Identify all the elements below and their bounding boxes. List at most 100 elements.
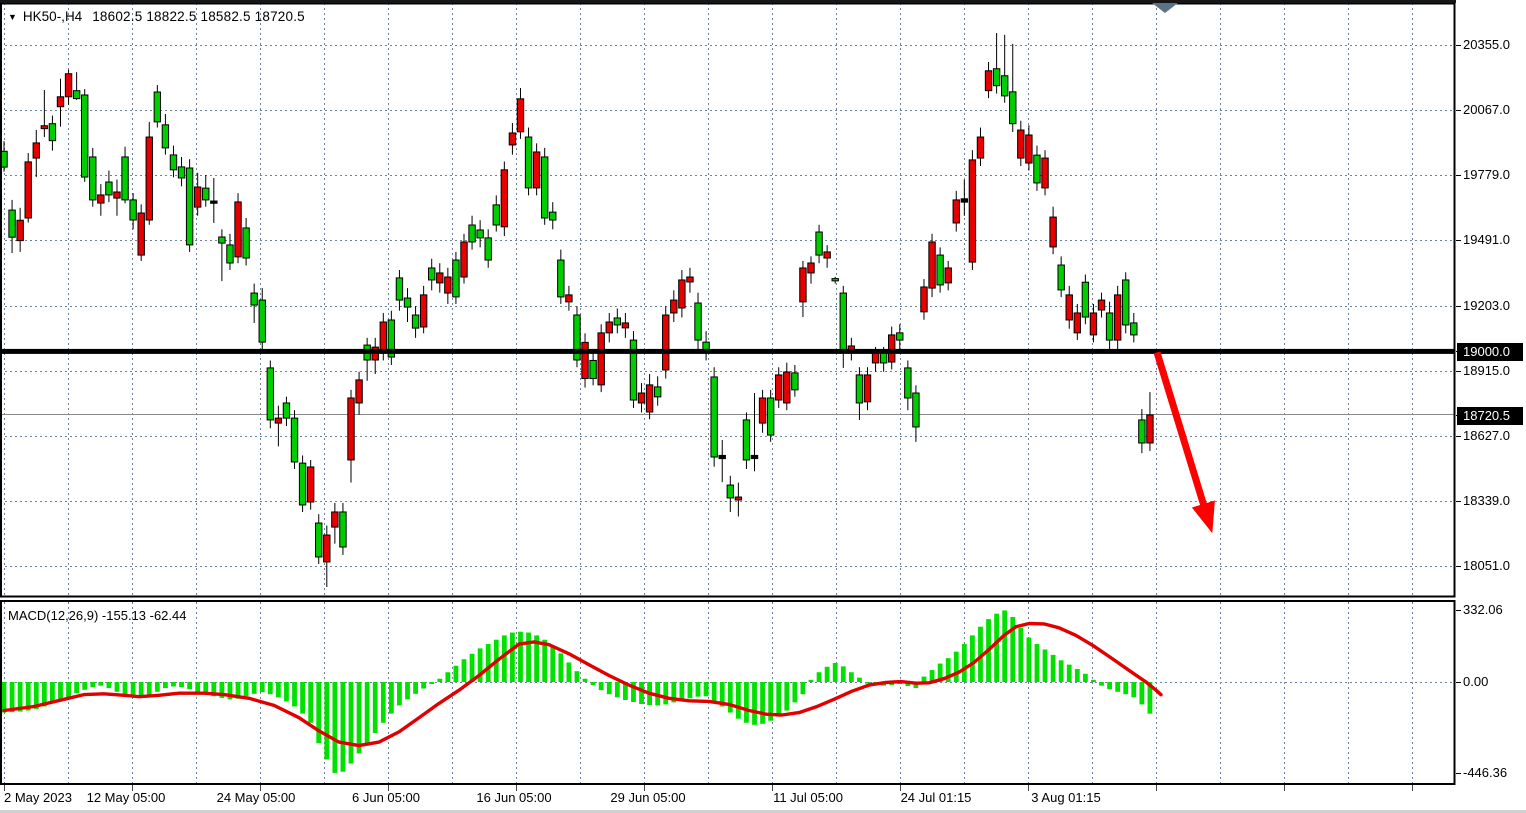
axis-tick [1456,175,1461,176]
candle [1050,217,1056,247]
price-axis-label: 18915.0 [1463,363,1510,378]
macd-histogram-bar [776,682,781,717]
candle [993,69,999,86]
time-axis-label: 3 Aug 01:15 [1031,790,1100,805]
price-axis-label: 19203.0 [1463,298,1510,313]
macd-histogram-bar [696,682,701,697]
macd-histogram-bar [381,682,386,723]
macd-histogram-bar [2,682,7,713]
candle [154,92,160,122]
candle [82,95,88,177]
macd-histogram-bar [421,682,426,689]
price-chart-canvas[interactable] [0,3,1456,600]
candle [558,260,564,297]
candle [243,228,249,258]
candle [1034,155,1040,183]
macd-histogram-bar [510,633,515,682]
axis-tick [1456,45,1461,46]
trend-arrow-down[interactable] [1157,352,1204,506]
macd-histogram-bar [962,644,967,682]
candle [420,295,426,327]
macd-histogram-bar [123,682,128,695]
candle [453,260,459,297]
macd-canvas[interactable] [0,600,1456,785]
macd-histogram-bar [107,682,112,688]
macd-histogram-bar [365,682,370,743]
macd-histogram-bar [405,682,410,699]
macd-histogram-bar [599,682,604,690]
macd-histogram-bar [639,682,644,704]
candle [41,126,47,129]
time-axis-label: 24 Jul 01:15 [901,790,972,805]
macd-histogram-bar [462,659,467,682]
candle [784,372,790,403]
macd-histogram-bar [744,682,749,723]
macd-histogram-bar [90,682,95,687]
axis-tick [1456,610,1461,611]
axis-tick [1456,240,1461,241]
macd-histogram-bar [437,679,442,682]
macd-histogram-bar [792,682,797,702]
macd-histogram-bar [857,678,862,682]
candle [872,353,878,363]
chart-title: ▼HK50-,H418602.5 18822.5 18582.5 18720.5 [8,9,305,24]
candle [703,342,709,350]
price-chart-area[interactable] [0,3,1456,597]
candle [1147,415,1153,443]
macd-histogram-bar [486,644,491,682]
candle [759,398,765,423]
macd-histogram-bar [784,682,789,711]
candle [9,210,15,237]
macd-histogram-bar [1123,682,1128,694]
candle [800,268,806,302]
candle [235,202,241,257]
candle [767,398,773,435]
candle [695,303,701,340]
candle [590,360,596,378]
axis-tick [1456,436,1461,437]
price-axis[interactable]: 20355.020067.019779.019491.019203.019000… [1456,0,1526,813]
symbol-dropdown-icon[interactable]: ▼ [8,12,17,22]
macd-histogram-bar [195,682,200,692]
candle [792,373,798,390]
time-axis-label: 24 May 05:00 [217,790,296,805]
price-level-chip: 18720.5 [1457,407,1523,425]
candle [614,318,620,325]
macd-histogram-bar [558,653,563,682]
macd-histogram-bar [833,663,838,682]
candle [550,212,556,220]
macd-histogram-bar [1051,655,1056,682]
candle [897,333,903,340]
price-axis-label: 19491.0 [1463,232,1510,247]
time-axis[interactable]: 2 May 202312 May 05:0024 May 05:006 Jun … [0,785,1456,810]
macd-indicator-area[interactable] [0,600,1456,785]
candle [178,167,184,178]
candle [25,162,31,218]
candle [953,200,959,223]
axis-tick [1456,501,1461,502]
macd-histogram-bar [1107,682,1112,689]
macd-histogram-bar [502,635,507,682]
candle [219,237,225,243]
macd-histogram-bar [518,632,523,682]
macd-histogram-bar [308,682,313,723]
axis-tick [1456,682,1461,683]
macd-histogram-bar [728,682,733,713]
macd-histogram-bar [1043,649,1048,682]
horizontal-line-19000[interactable] [0,349,1455,354]
candle [33,143,39,158]
axis-tick [1456,773,1461,774]
candle [122,157,128,200]
chart-shift-marker-icon[interactable] [1152,3,1178,13]
macd-histogram-bar [1018,628,1023,682]
candle [719,455,725,458]
macd-histogram-bar [817,672,822,682]
candle [582,342,588,378]
candle [1131,323,1137,335]
macd-histogram-bar [1099,682,1104,686]
time-tick [1284,785,1285,791]
macd-histogram-bar [526,633,531,682]
candle [945,268,951,283]
candle [533,152,539,188]
macd-histogram-bar [74,682,79,693]
